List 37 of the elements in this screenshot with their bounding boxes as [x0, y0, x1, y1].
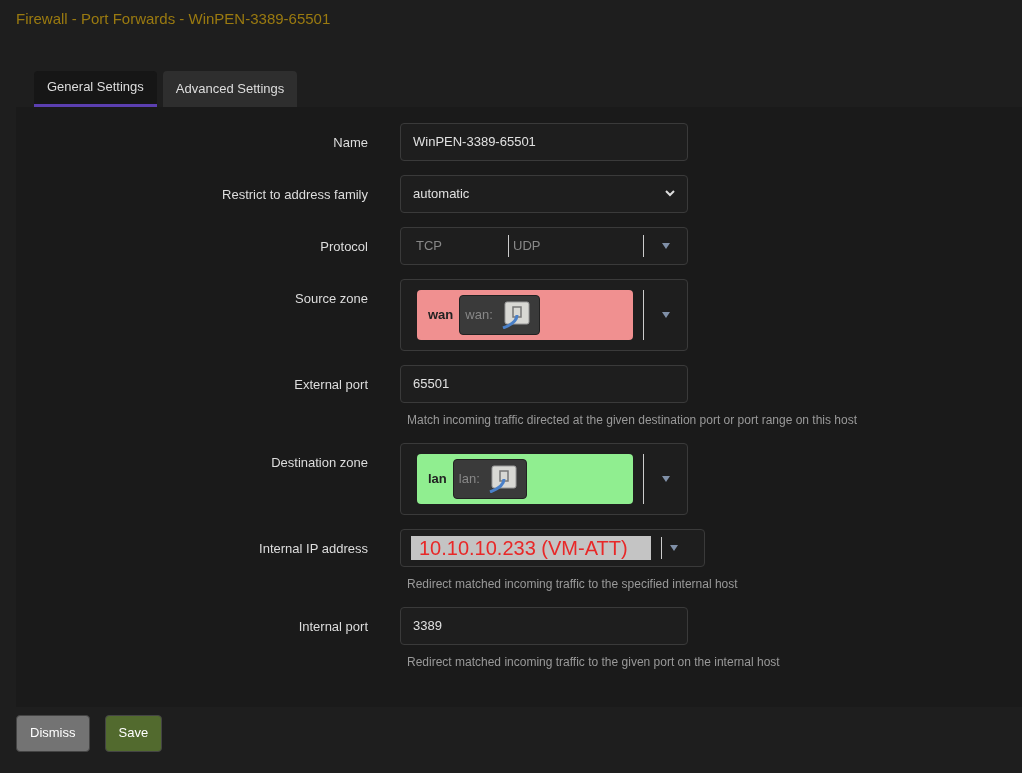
field-label: Internal port	[298, 617, 368, 636]
zone-name: wan	[428, 305, 454, 324]
select-field[interactable]: automatic	[400, 174, 688, 213]
zone-select[interactable]: wan wan:	[400, 278, 688, 351]
text-field[interactable]: 3389	[400, 606, 688, 645]
tab[interactable]: Advanced Settings	[162, 70, 298, 107]
zone-select[interactable]: lan lan:	[400, 442, 688, 515]
text-field[interactable]: WinPEN-3389-65501	[400, 122, 688, 161]
protocol-select[interactable]: TCP UDP	[400, 226, 688, 265]
help-text: Match incoming traffic directed at the given destination port or port range on this host	[407, 411, 858, 429]
tab[interactable]: General Settings	[34, 70, 157, 107]
text-field[interactable]: 65501	[400, 364, 688, 403]
field-label: Destination zone	[271, 453, 368, 472]
protocol-option[interactable]: UDP	[509, 234, 617, 257]
zone-name: lan	[428, 469, 447, 488]
caret-icon	[661, 475, 670, 482]
field-label: Source zone	[295, 289, 368, 308]
field-label: Restrict to address family	[222, 185, 368, 204]
field-label: Name	[333, 133, 368, 152]
help-text: Redirect matched incoming traffic to the specified internal host	[407, 575, 738, 593]
network-chip: wan:	[459, 294, 540, 335]
save-button[interactable]: Save	[104, 714, 163, 752]
field-label: Protocol	[320, 237, 368, 256]
ip-address: 10.10.10.233 (VM-ATT)	[411, 535, 651, 560]
network-port-icon	[487, 464, 518, 493]
field-label: External port	[294, 375, 368, 394]
caret-icon	[661, 242, 670, 249]
network-port-icon	[500, 300, 531, 329]
network-chip: lan:	[452, 458, 527, 499]
dismiss-button[interactable]: Dismiss	[16, 714, 90, 752]
chevron-down-icon	[665, 190, 675, 197]
page-title: Firewall - Port Forwards - WinPEN-3389-65501	[15, 9, 332, 29]
protocol-option[interactable]: TCP	[401, 234, 509, 257]
caret-icon	[661, 311, 670, 318]
help-text: Redirect matched incoming traffic to the given port on the internal host	[407, 653, 780, 671]
field-label: Internal IP address	[259, 539, 368, 558]
caret-icon	[670, 544, 678, 551]
